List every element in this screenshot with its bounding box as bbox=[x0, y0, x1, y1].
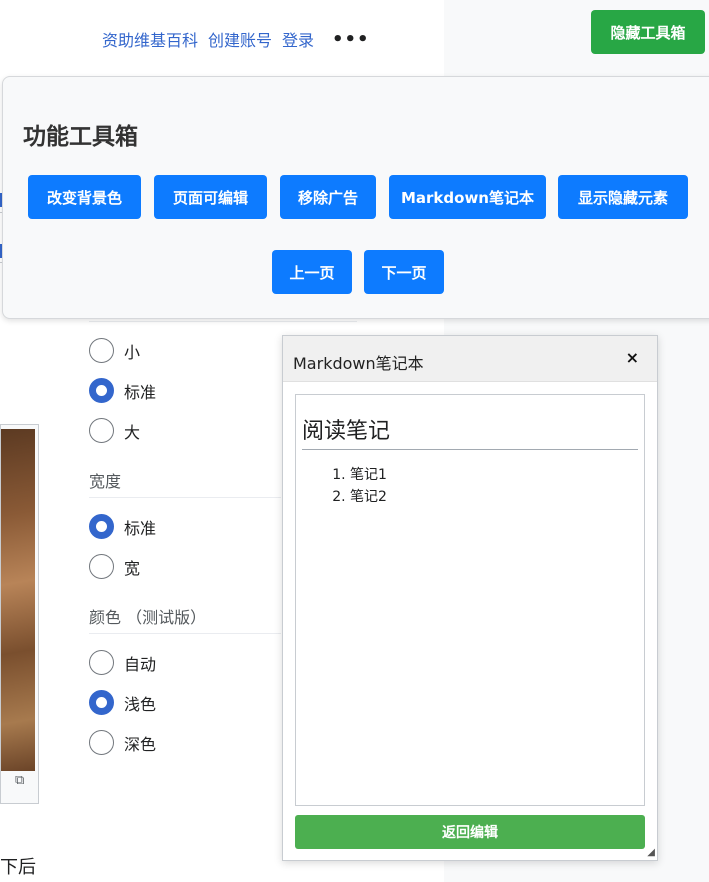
option-label: 宽 bbox=[124, 558, 141, 578]
color-auto-option[interactable]: 自动 bbox=[89, 650, 156, 675]
user-links: 资助维基百科 创建账号 登录 ••• bbox=[102, 27, 370, 51]
radio-button[interactable] bbox=[89, 730, 114, 755]
list-item: 笔记2 bbox=[350, 486, 638, 508]
divider bbox=[89, 321, 357, 322]
notes-heading: 阅读笔记 bbox=[302, 401, 638, 450]
dialog-header[interactable]: Markdown笔记本 × bbox=[283, 336, 657, 382]
dialog-title: Markdown笔记本 bbox=[293, 354, 424, 373]
divider bbox=[89, 497, 281, 498]
close-icon[interactable]: × bbox=[626, 348, 639, 367]
article-image-frame: ⧉ bbox=[0, 424, 39, 804]
color-dark-option[interactable]: 深色 bbox=[89, 730, 156, 755]
radio-button[interactable] bbox=[89, 650, 114, 675]
next-page-button[interactable]: 下一页 bbox=[364, 250, 444, 294]
option-label: 标准 bbox=[124, 518, 157, 538]
prev-page-button[interactable]: 上一页 bbox=[272, 250, 352, 294]
option-label: 深色 bbox=[124, 734, 157, 754]
notes-list: 笔记1 笔记2 bbox=[350, 464, 638, 508]
expand-image-icon[interactable]: ⧉ bbox=[15, 773, 24, 788]
create-account-link[interactable]: 创建账号 bbox=[208, 27, 272, 51]
color-light-option[interactable]: 浅色 bbox=[89, 690, 156, 715]
option-label: 标准 bbox=[124, 382, 157, 402]
color-section-title: 颜色 （测试版） bbox=[89, 608, 207, 627]
markdown-notebook-button[interactable]: Markdown笔记本 bbox=[389, 175, 546, 219]
option-label: 大 bbox=[124, 422, 141, 442]
change-background-button[interactable]: 改变背景色 bbox=[28, 175, 141, 219]
remove-ads-button[interactable]: 移除广告 bbox=[280, 175, 376, 219]
radio-button-checked[interactable] bbox=[89, 514, 114, 539]
option-label: 小 bbox=[124, 342, 141, 362]
article-image[interactable] bbox=[1, 429, 35, 771]
width-standard-option[interactable]: 标准 bbox=[89, 514, 156, 539]
text-size-large-option[interactable]: 大 bbox=[89, 418, 140, 443]
text-size-small-option[interactable]: 小 bbox=[89, 338, 140, 363]
more-options-icon[interactable]: ••• bbox=[332, 29, 370, 50]
wiki-page: 资助维基百科 创建账号 登录 ••• 隐藏工具箱 小 标准 大 宽度 标准 宽 … bbox=[0, 0, 709, 882]
option-label: 自动 bbox=[124, 654, 157, 674]
radio-button[interactable] bbox=[89, 418, 114, 443]
width-section-title: 宽度 bbox=[89, 472, 122, 491]
donate-link[interactable]: 资助维基百科 bbox=[102, 27, 198, 51]
toolbox-title: 功能工具箱 bbox=[23, 124, 138, 150]
toolbox-panel: 功能工具箱 改变背景色 页面可编辑 移除广告 Markdown笔记本 显示隐藏元… bbox=[2, 76, 709, 319]
radio-button[interactable] bbox=[89, 338, 114, 363]
width-wide-option[interactable]: 宽 bbox=[89, 554, 140, 579]
radio-button-checked[interactable] bbox=[89, 378, 114, 403]
text-size-standard-option[interactable]: 标准 bbox=[89, 378, 156, 403]
hide-toolbox-button[interactable]: 隐藏工具箱 bbox=[591, 10, 705, 54]
article-text-fragment: 下后 bbox=[0, 857, 36, 878]
login-link[interactable]: 登录 bbox=[282, 27, 314, 51]
divider bbox=[89, 633, 281, 634]
radio-button[interactable] bbox=[89, 554, 114, 579]
show-hidden-elements-button[interactable]: 显示隐藏元素 bbox=[558, 175, 688, 219]
markdown-preview: 阅读笔记 笔记1 笔记2 bbox=[295, 394, 645, 806]
radio-button-checked[interactable] bbox=[89, 690, 114, 715]
return-edit-button[interactable]: 返回编辑 bbox=[295, 815, 645, 849]
markdown-notebook-dialog: Markdown笔记本 × 阅读笔记 笔记1 笔记2 返回编辑 ◢ bbox=[282, 335, 658, 861]
option-label: 浅色 bbox=[124, 694, 157, 714]
list-item: 笔记1 bbox=[350, 464, 638, 486]
editable-page-button[interactable]: 页面可编辑 bbox=[154, 175, 267, 219]
resize-handle-icon[interactable]: ◢ bbox=[647, 847, 655, 858]
